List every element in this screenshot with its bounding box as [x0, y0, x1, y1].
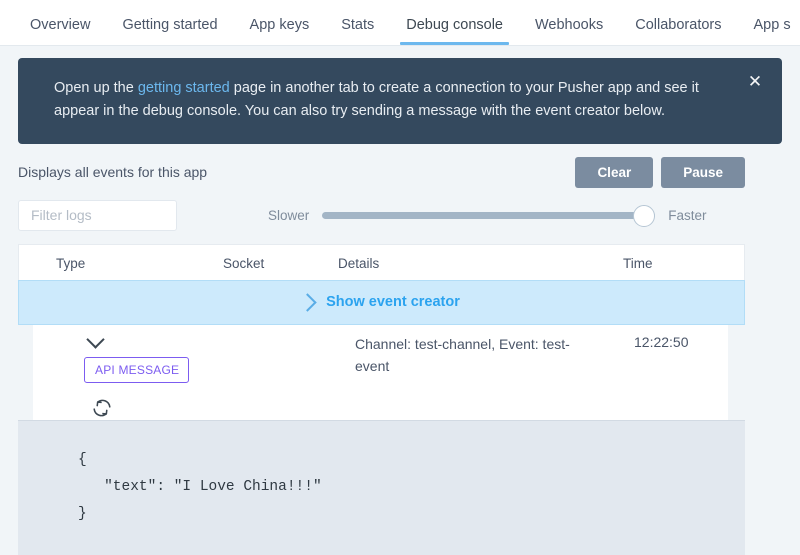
show-event-creator-inner: Show event creator — [301, 294, 460, 310]
log-action-buttons: Clear Pause — [575, 157, 745, 188]
status-badge[interactable]: API MESSAGE — [84, 357, 189, 383]
speed-slider-group: Slower Faster — [268, 203, 707, 229]
tab-webhooks[interactable]: Webhooks — [519, 18, 619, 46]
column-header-type: Type — [56, 256, 85, 271]
tab-collaborators[interactable]: Collaborators — [619, 18, 737, 46]
clear-button[interactable]: Clear — [575, 157, 653, 188]
tab-stats[interactable]: Stats — [325, 18, 390, 46]
column-header-time: Time — [623, 256, 653, 271]
log-table-header: Type Socket Details Time — [18, 244, 745, 280]
tab-app-keys[interactable]: App keys — [234, 18, 326, 46]
table-row[interactable]: API MESSAGE Channel: test-channel, Event… — [33, 325, 728, 420]
sync-icon — [91, 397, 113, 419]
slider-max-label: Faster — [668, 208, 706, 223]
cell-details: Channel: test-channel, Event: test-event — [355, 334, 590, 377]
info-banner: Open up the getting started page in anot… — [18, 58, 782, 144]
chevron-down-icon — [86, 330, 104, 348]
tab-overview[interactable]: Overview — [14, 18, 106, 46]
speed-slider[interactable] — [322, 205, 655, 227]
main-tab-bar: Overview Getting started App keys Stats … — [0, 0, 800, 46]
tab-app-settings[interactable]: App s — [738, 18, 800, 46]
controls-row: Displays all events for this app Clear P… — [0, 157, 800, 191]
tab-debug-console[interactable]: Debug console — [390, 18, 519, 46]
row-expander[interactable] — [88, 333, 105, 350]
column-header-details: Details — [338, 256, 379, 271]
column-header-socket: Socket — [223, 256, 264, 271]
tab-getting-started[interactable]: Getting started — [106, 18, 233, 46]
getting-started-link[interactable]: getting started — [138, 80, 230, 96]
slider-min-label: Slower — [268, 208, 309, 223]
filter-and-speed-row: Slower Faster — [0, 200, 800, 234]
log-table: Type Socket Details Time Show event crea… — [0, 244, 800, 555]
pause-button[interactable]: Pause — [661, 157, 745, 188]
chevron-right-icon — [298, 293, 316, 311]
banner-text-before: Open up the — [54, 80, 138, 96]
show-event-creator-label: Show event creator — [326, 294, 460, 310]
slider-thumb[interactable] — [633, 205, 655, 227]
event-payload-code: { "text": "I Love China!!!" } — [18, 420, 745, 555]
filter-logs-input[interactable] — [18, 200, 177, 231]
banner-container: Open up the getting started page in anot… — [0, 46, 800, 144]
slider-track — [322, 212, 655, 219]
show-event-creator-row[interactable]: Show event creator — [18, 280, 745, 325]
close-icon[interactable]: ✕ — [744, 70, 766, 92]
cell-time: 12:22:50 — [634, 334, 689, 350]
